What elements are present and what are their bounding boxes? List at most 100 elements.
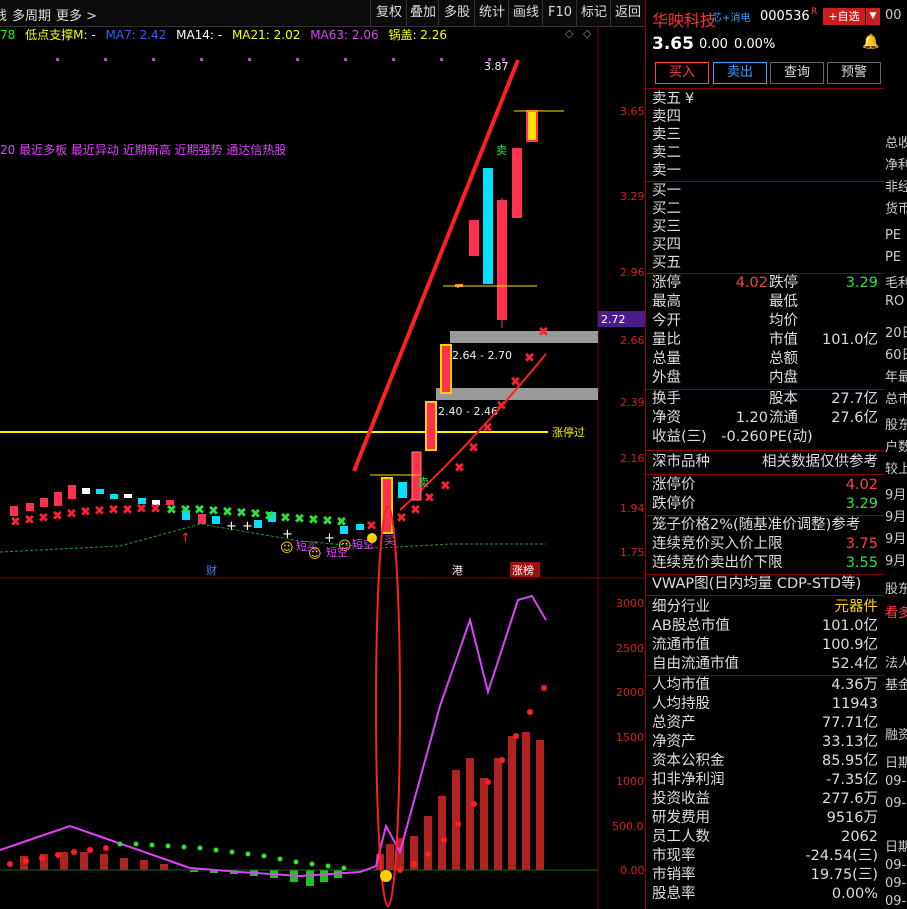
svg-text:✖: ✖	[538, 325, 549, 340]
statistics-button[interactable]: 统计	[474, 0, 509, 26]
kline-chart: 涨停过 2.64 - 2.70 2.40 - 2.46 2.72 3.87 ✖ …	[0, 26, 645, 909]
price-tick: 3.29	[620, 190, 645, 203]
last-price: 3.65	[652, 34, 694, 54]
price-tick: 2.39	[620, 396, 645, 409]
fund-label: 流通市值	[652, 637, 710, 653]
svg-text:✖: ✖	[496, 399, 507, 414]
price-change: 0.00	[699, 37, 728, 52]
restore-rights-button[interactable]: 复权	[370, 0, 407, 26]
mark-button[interactable]: 标记	[576, 0, 611, 26]
fund-label: 人均市值	[652, 677, 710, 693]
signal-label: 短空	[326, 545, 348, 559]
ask-5-label: 卖五	[652, 91, 681, 107]
fund-label: 市现率	[652, 848, 696, 864]
float-value: 27.6亿	[831, 410, 878, 426]
fund-value: -7.35亿	[825, 772, 878, 788]
edge-text: 9月	[885, 510, 907, 525]
edge-text: 日期	[885, 756, 907, 771]
fund-value: 9516万	[826, 810, 878, 826]
fund-value: 19.75(三)	[810, 867, 878, 883]
fund-value: 2062	[841, 829, 878, 845]
fund-label: 市销率	[652, 867, 696, 883]
svg-text:✖: ✖	[424, 491, 435, 506]
limit-up-price: 4.02	[845, 477, 878, 493]
stat-label: 涨停	[652, 275, 681, 291]
chevron-down-icon[interactable]: ▼	[866, 8, 880, 25]
edge-text: 总收	[885, 136, 907, 151]
toolbar-item-line[interactable]: 线	[0, 5, 7, 24]
stat-label: 净资	[652, 410, 681, 426]
add-watchlist-button[interactable]: +自选	[823, 8, 865, 25]
quote-panel: 华映科技 芯+消电 000536 R +自选 ▼ 3.65 0.00 0.00%…	[645, 0, 884, 909]
back-button[interactable]: 返回	[610, 0, 645, 26]
indicator-tick: 2500	[616, 642, 644, 655]
current-price-tag: 2.72	[601, 313, 626, 326]
buy-button[interactable]: 买入	[655, 62, 709, 84]
concept-tag: 芯+消电	[712, 13, 751, 24]
box-label: 2.64 - 2.70	[452, 349, 512, 362]
stock-name: 华映科技	[652, 11, 717, 30]
edge-text: 20日	[885, 326, 907, 341]
svg-text:✖: ✖	[122, 503, 133, 518]
toolbar-item-multi-period[interactable]: 多周期	[12, 5, 51, 24]
edge-text: 9月	[885, 488, 907, 503]
overlay-button[interactable]: 叠加	[406, 0, 439, 26]
edge-text: 较上	[885, 462, 907, 477]
svg-text:✖: ✖	[80, 505, 91, 520]
fund-value: 101.0亿	[821, 618, 878, 634]
date-marker: 涨榜	[512, 563, 534, 577]
svg-text:✖: ✖	[38, 511, 49, 526]
svg-text:✖: ✖	[440, 479, 451, 494]
indicator-tick: 0.00	[620, 864, 645, 877]
vwap-link[interactable]: VWAP图(日内均量 CDP-STD等)	[652, 575, 861, 594]
stat-label: 市值	[769, 332, 798, 348]
svg-text:✖: ✖	[454, 461, 465, 476]
signal-label: 卖	[418, 476, 429, 489]
indicator-tick: 500.0	[612, 820, 644, 833]
stat-label: 最高	[652, 294, 681, 310]
alert-button[interactable]: 预警	[827, 62, 881, 84]
price-tick: 1.75	[620, 546, 645, 559]
edge-text: 毛利	[885, 276, 907, 291]
resistance-box	[450, 331, 598, 343]
edge-text: 9月	[885, 532, 907, 547]
stat-label: PE(动)	[769, 429, 813, 445]
edge-text: 日期	[885, 840, 907, 855]
ask-4-label: 卖四	[652, 109, 681, 125]
f10-button[interactable]: F10	[542, 0, 577, 26]
stat-label: 外盘	[652, 370, 681, 386]
fund-label: 资本公积金	[652, 753, 725, 769]
toolbar-item-more[interactable]: 更多 >	[56, 5, 97, 24]
svg-text:✖: ✖	[336, 515, 347, 530]
sell-button[interactable]: 卖出	[713, 62, 767, 84]
price-tick: 3.65	[620, 105, 645, 118]
stat-label: 最低	[769, 294, 798, 310]
smile-icon: ☺	[280, 541, 294, 556]
edge-text: 09-	[885, 774, 907, 789]
query-button[interactable]: 查询	[770, 62, 824, 84]
edge-text: 09-	[885, 876, 907, 891]
fund-value: 0.00%	[831, 886, 878, 902]
stat-label: 连续竞价买入价上限	[652, 536, 783, 552]
indicator-line	[0, 594, 547, 878]
arrow-up-icon: ↑	[180, 531, 191, 546]
multi-stock-button[interactable]: 多股	[438, 0, 475, 26]
svg-text:+: +	[324, 531, 335, 546]
stat-label: 流通	[769, 410, 798, 426]
edge-text: 净利	[885, 158, 907, 173]
stat-label: 收益(三)	[652, 429, 707, 445]
svg-text:✖: ✖	[166, 503, 177, 518]
indicator-tick: 1500	[616, 731, 644, 744]
date-marker: 港	[452, 564, 463, 577]
edge-text: RO	[885, 294, 905, 309]
bell-icon[interactable]: 🔔	[862, 34, 879, 50]
cage-price-note: 笼子价格2%(随基准价调整)参考	[652, 517, 861, 533]
stat-label: 总额	[769, 351, 798, 367]
draw-line-button[interactable]: 画线	[508, 0, 543, 26]
edge-text: 股东	[885, 418, 907, 433]
svg-text:✖: ✖	[150, 502, 161, 517]
svg-text:✖: ✖	[524, 351, 535, 366]
fund-label: 员工人数	[652, 829, 710, 845]
svg-text:+: +	[226, 519, 237, 534]
signal-label: 短买	[296, 539, 318, 553]
